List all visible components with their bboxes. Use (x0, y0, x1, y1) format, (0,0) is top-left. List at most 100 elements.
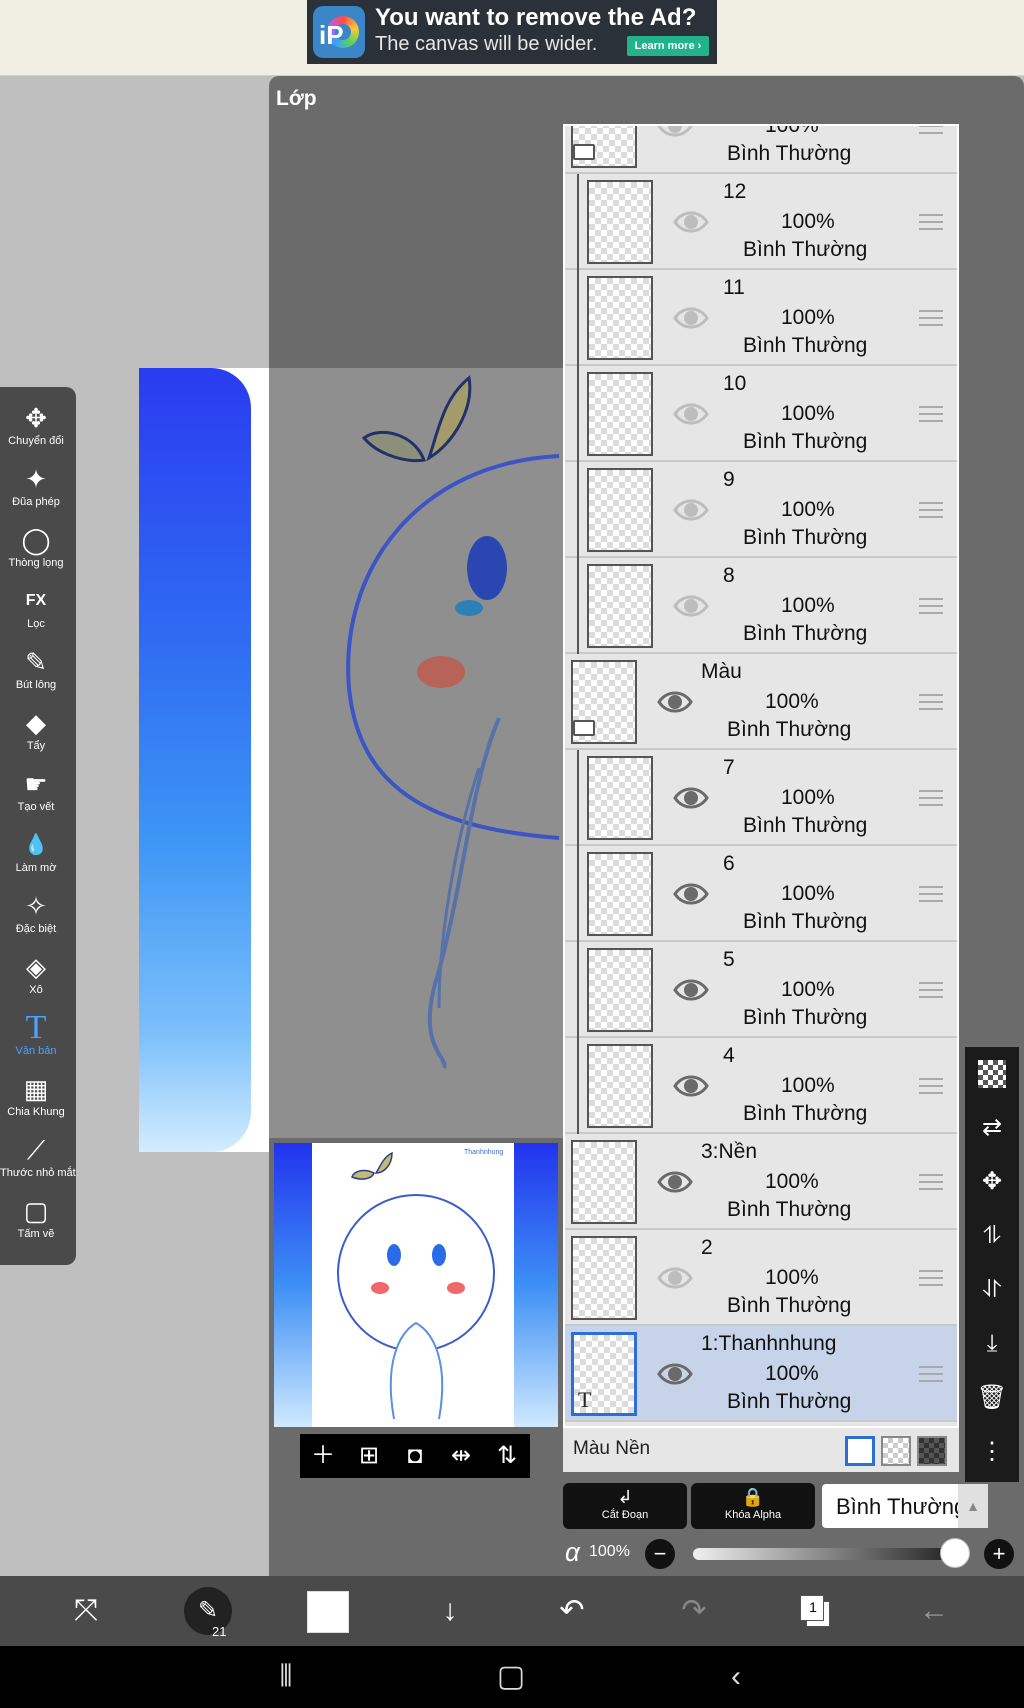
rotate-flip-v-button[interactable]: ⥯ (965, 1267, 1019, 1313)
flip-vertical-button[interactable]: ⇅ (490, 1440, 524, 1472)
transparent-fill-button[interactable] (965, 1051, 1019, 1097)
tool-blur[interactable]: 💧 Làm mờ (0, 826, 72, 887)
home-button[interactable]: ▢ (481, 1656, 541, 1698)
layer-row[interactable]: 9 100% Bình Thường (565, 462, 957, 558)
swap-layer-button[interactable]: ⇄ (965, 1105, 1019, 1151)
merge-down-button[interactable]: ⤓ (965, 1321, 1019, 1367)
eye-hidden-icon[interactable] (673, 396, 709, 432)
ad-banner[interactable]: iP You want to remove the Ad? The canvas… (307, 0, 717, 64)
clipping-button[interactable]: ↲ Cắt Đoạn (563, 1483, 687, 1529)
drag-handle-icon[interactable] (919, 1366, 943, 1382)
eye-hidden-icon[interactable] (673, 588, 709, 624)
add-special-layer-button[interactable]: ⊞ (352, 1440, 386, 1472)
system-back-button[interactable]: ‹ (706, 1656, 766, 1698)
layer-row[interactable]: 8 100% Bình Thường (565, 558, 957, 654)
eye-icon[interactable] (673, 1068, 709, 1104)
drag-handle-icon[interactable] (919, 1270, 943, 1286)
tool-magic-wand[interactable]: ✦ Đũa phép (0, 460, 72, 521)
layer-row[interactable]: 10 100% Bình Thường (565, 366, 957, 462)
opacity-slider-handle[interactable] (940, 1538, 970, 1568)
layer-thumbnail[interactable] (587, 276, 653, 360)
layers-button[interactable]: 1 (798, 1593, 832, 1629)
back-button[interactable]: ← (906, 1584, 962, 1638)
ad-learn-more-button[interactable]: Learn more › (627, 36, 709, 56)
layer-thumbnail[interactable] (587, 564, 653, 648)
eye-hidden-icon[interactable] (657, 1260, 693, 1296)
alpha-lock-button[interactable]: 🔒 Khóa Alpha (691, 1483, 815, 1529)
drag-handle-icon[interactable] (919, 790, 943, 806)
eye-icon[interactable] (657, 1164, 693, 1200)
tool-lasso[interactable]: ◯ Thòng lọng (0, 521, 72, 582)
drag-handle-icon[interactable] (919, 214, 943, 230)
tool-switch-button[interactable]: ⤧ (58, 1584, 114, 1638)
bg-color-white-swatch[interactable] (845, 1436, 875, 1466)
canvas-preview[interactable]: Thanhnhung (274, 1143, 558, 1427)
drag-handle-icon[interactable] (919, 982, 943, 998)
layer-row[interactable]: 3:Nền 100% Bình Thường (565, 1134, 957, 1230)
layer-thumbnail[interactable] (587, 852, 653, 936)
drag-handle-icon[interactable] (919, 310, 943, 326)
redo-button[interactable]: ↷ (666, 1584, 722, 1638)
flip-horizontal-button[interactable]: ⇹ (444, 1440, 478, 1472)
rotate-flip-h-button[interactable]: ⥮ (965, 1213, 1019, 1259)
eye-icon[interactable] (673, 972, 709, 1008)
layer-row[interactable]: 6 100% Bình Thường (565, 846, 957, 942)
delete-layer-button[interactable]: 🗑 (965, 1375, 1019, 1421)
layer-row[interactable]: 5 100% Bình Thường (565, 942, 957, 1038)
eye-icon[interactable] (673, 780, 709, 816)
layer-thumbnail[interactable] (587, 1044, 653, 1128)
eye-hidden-icon[interactable] (673, 492, 709, 528)
drag-handle-icon[interactable] (919, 694, 943, 710)
add-layer-button[interactable]: ＋ (306, 1440, 340, 1472)
drag-handle-icon[interactable] (919, 406, 943, 422)
recent-apps-button[interactable]: ⦀ (256, 1656, 316, 1698)
undo-button[interactable]: ↶ (544, 1584, 600, 1638)
layer-thumbnail[interactable]: T (571, 1332, 637, 1416)
tool-filter[interactable]: FX Lọc (0, 582, 72, 643)
layer-thumbnail[interactable] (587, 756, 653, 840)
layer-thumbnail[interactable] (571, 1140, 637, 1224)
opacity-decrease-button[interactable]: − (645, 1539, 675, 1569)
tool-eyedropper[interactable]: ⟋ Thước nhỏ mắt (0, 1131, 76, 1192)
layer-row[interactable]: 2 100% Bình Thường (565, 1230, 957, 1326)
import-photo-button[interactable]: ◘ (398, 1440, 432, 1472)
tool-smudge[interactable]: ☛ Tạo vết (0, 765, 72, 826)
layer-thumbnail[interactable] (587, 372, 653, 456)
drag-handle-icon[interactable] (919, 1174, 943, 1190)
eye-icon[interactable] (673, 876, 709, 912)
layer-thumbnail[interactable] (587, 468, 653, 552)
layer-row[interactable]: Màu 100% Bình Thường (565, 654, 957, 750)
tool-brush[interactable]: ✎ Bút lông (0, 643, 72, 704)
layer-thumbnail[interactable] (571, 1236, 637, 1320)
tool-frame-divider[interactable]: ▦ Chia Khung (0, 1070, 72, 1131)
drag-handle-icon[interactable] (919, 886, 943, 902)
bg-color-transparent-swatch[interactable] (881, 1436, 911, 1466)
layer-list[interactable]: 100% Bình Thường 12 100% Bình Thường 11 100% Bì… (563, 124, 959, 1428)
eye-icon[interactable] (657, 1356, 693, 1392)
move-down-button[interactable]: ↓ (422, 1584, 478, 1638)
layer-row[interactable]: 7 100% Bình Thường (565, 750, 957, 846)
layer-thumbnail[interactable] (587, 180, 653, 264)
eye-icon[interactable] (657, 684, 693, 720)
eye-hidden-icon[interactable] (657, 124, 693, 144)
tool-transform[interactable]: ✥ Chuyển đổi (0, 399, 72, 460)
tool-eraser[interactable]: ◆ Tẩy (0, 704, 72, 765)
tool-bucket[interactable]: ◈ Xô (0, 948, 72, 1009)
drag-handle-icon[interactable] (919, 126, 943, 134)
opacity-increase-button[interactable]: + (984, 1539, 1014, 1569)
eye-hidden-icon[interactable] (673, 300, 709, 336)
drag-handle-icon[interactable] (919, 598, 943, 614)
tool-special[interactable]: ✧ Đặc biệt (0, 887, 72, 948)
tool-canvas[interactable]: ▢ Tấm vẽ (0, 1192, 72, 1253)
layer-row[interactable]: 100% Bình Thường (565, 124, 957, 174)
move-layer-button[interactable]: ✥ (965, 1159, 1019, 1205)
layer-row[interactable]: T 1:Thanhnhung 100% Bình Thường (565, 1326, 957, 1422)
drag-handle-icon[interactable] (919, 502, 943, 518)
blend-mode-select[interactable]: Bình Thường ▲ (822, 1484, 988, 1528)
tool-text[interactable]: T Văn bản (0, 1009, 72, 1070)
bg-color-dark-swatch[interactable] (917, 1436, 947, 1466)
more-options-button[interactable]: ⋮ (965, 1429, 1019, 1475)
eye-hidden-icon[interactable] (673, 204, 709, 240)
color-swatch-button[interactable] (307, 1591, 349, 1633)
layer-row[interactable]: 4 100% Bình Thường (565, 1038, 957, 1134)
